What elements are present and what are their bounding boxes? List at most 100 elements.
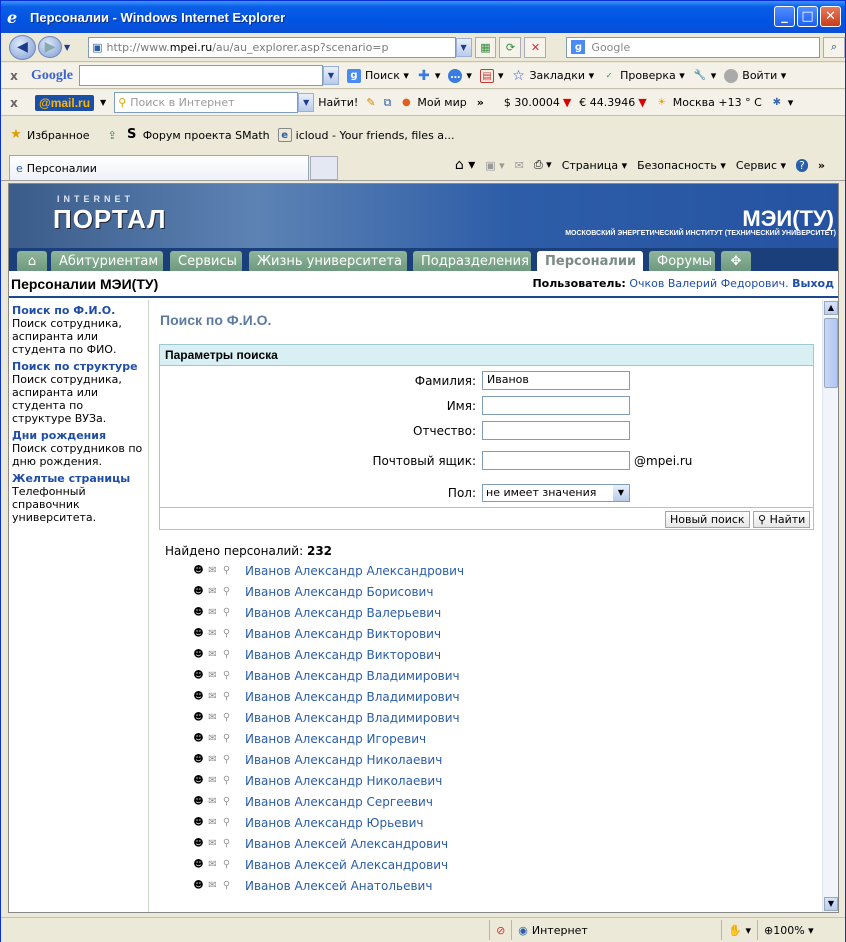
sidebar-link-yellow-pages[interactable]: Желтые страницы [12,472,145,485]
weather-button[interactable]: ☀ Москва +13 ° C [655,96,762,110]
tab-personalii[interactable]: e Персоналии [9,155,309,180]
new-search-button[interactable]: Новый поиск [665,511,750,528]
person-icon[interactable]: ☻ [193,817,204,828]
menu-item-forums[interactable]: Форумы [649,251,715,271]
person-icon[interactable]: ☻ [193,859,204,870]
print-icon[interactable]: ⎙ ▾ [534,158,552,172]
history-dropdown-icon[interactable]: ▼ [64,43,70,52]
scroll-down-icon[interactable]: ▼ [824,897,838,911]
person-icon[interactable]: ☻ [193,775,204,786]
mail-icon[interactable]: ✉ [207,691,218,702]
person-icon[interactable]: ☻ [193,607,204,618]
person-link[interactable]: Иванов Александр Викторович [245,648,441,662]
usd-rate[interactable]: $ 30.0004 ▼ [504,96,571,109]
mail-icon[interactable]: ✉ [207,838,218,849]
extras-button[interactable]: ✱ ▾ [770,96,794,110]
person-icon[interactable]: ☻ [193,565,204,576]
mail-icon[interactable]: ✉ [207,775,218,786]
page-menu[interactable]: Страница ▾ [562,159,627,172]
more-commands-icon[interactable]: » [818,159,825,172]
search-input[interactable]: g Google [566,36,821,58]
person-icon[interactable]: ☻ [193,649,204,660]
close-toolbar-icon[interactable]: x [5,69,23,83]
person-link[interactable]: Иванов Алексей Анатольевич [245,879,432,893]
magnifier-icon[interactable]: ⚲ [221,838,232,849]
magnifier-icon[interactable]: ⚲ [221,712,232,723]
mail-icon[interactable]: ✉ [207,586,218,597]
mail-input[interactable] [482,451,630,470]
person-link[interactable]: Иванов Александр Юрьевич [245,816,424,830]
address-input[interactable]: ▣ http://www. mpei.ru/au/au_explorer.asp?… [88,36,456,58]
magnifier-icon[interactable]: ⚲ [221,817,232,828]
person-link[interactable]: Иванов Александр Владимирович [245,711,460,725]
zoom-control[interactable]: ⊕ 100% ▾ [757,920,845,940]
person-link[interactable]: Иванов Александр Сергеевич [245,795,433,809]
login-button[interactable]: Войти ▾ [724,68,786,83]
help-icon[interactable]: ? [796,158,808,172]
mail-icon[interactable]: ✉ [207,754,218,765]
security-menu[interactable]: Безопасность ▾ [637,159,726,172]
add-button[interactable]: ✚ ▾ [417,69,440,83]
menu-item-applicants[interactable]: Абитуриентам [51,251,163,271]
sidebar-link-fio[interactable]: Поиск по Ф.И.О. [12,304,145,317]
person-link[interactable]: Иванов Александр Валерьевич [245,606,441,620]
sidebar-link-structure[interactable]: Поиск по структуре [12,360,145,373]
stop-icon[interactable]: ✕ [524,36,547,58]
mail-icon[interactable]: ✉ [207,880,218,891]
address-dropdown-icon[interactable]: ▼ [455,37,472,57]
mail-icon[interactable]: ✉ [515,159,524,172]
protected-mode-icon[interactable]: ✋ ▾ [721,920,757,940]
find-button[interactable]: ⚲ Найти [753,511,811,528]
person-icon[interactable]: ☻ [193,691,204,702]
new-tab-button[interactable] [310,156,338,180]
compat-view-icon[interactable]: ▦ [474,36,497,58]
spellcheck-button[interactable]: ✓ Проверка ▾ [602,69,685,83]
mail-icon[interactable]: ✉ [207,628,218,639]
person-link[interactable]: Иванов Алексей Александрович [245,858,448,872]
home-icon[interactable]: ⌂ ▾ [455,157,475,173]
user-name-link[interactable]: Очков Валерий Федорович. [629,277,788,290]
magnifier-icon[interactable]: ⚲ [221,649,232,660]
magnifier-icon[interactable]: ⚲ [221,775,232,786]
mailru-search-input[interactable]: ⚲ Поиск в Интернет [114,92,299,113]
favorites-button[interactable]: ★ Избранное [9,128,89,142]
banner-portal[interactable]: ПОРТАЛ [53,204,167,235]
close-mail-toolbar-icon[interactable]: x [5,96,23,110]
favorite-link-icloud[interactable]: e icloud - Your friends, files a... [277,128,455,142]
maximize-button[interactable]: □ [797,6,818,27]
magnifier-icon[interactable]: ⚲ [221,670,232,681]
google-toolbar-input[interactable] [79,65,323,86]
magnifier-icon[interactable]: ⚲ [221,754,232,765]
myworld-button[interactable]: ● Мой мир [399,96,467,110]
menu-item-personalii[interactable]: Персоналии [537,251,643,271]
person-icon[interactable]: ☻ [193,733,204,744]
mail-icon[interactable]: ✉ [207,712,218,723]
person-icon[interactable]: ☻ [193,880,204,891]
person-link[interactable]: Иванов Александр Александрович [245,564,464,578]
google-input-dropdown-icon[interactable]: ▼ [323,66,339,85]
highlight-icon[interactable]: ✎ [366,96,375,109]
gender-select[interactable]: не имеет значения ▼ [482,484,630,502]
person-icon[interactable]: ☻ [193,712,204,723]
person-link[interactable]: Иванов Александр Борисович [245,585,433,599]
mail-icon[interactable]: ✉ [207,859,218,870]
person-link[interactable]: Иванов Александр Владимирович [245,690,460,704]
mail-icon[interactable]: ✉ [207,733,218,744]
back-button[interactable]: ◀ [9,34,36,60]
name-input[interactable] [482,396,630,415]
popup-blocker-button[interactable]: ▤ ▾ [479,68,503,83]
mail-icon[interactable]: ✉ [207,565,218,576]
search-button[interactable]: ⌕ [823,36,846,58]
menu-item-university-life[interactable]: Жизнь университета [249,251,407,271]
scroll-thumb[interactable] [824,318,838,388]
minimize-button[interactable]: _ [774,6,795,27]
mailru-input-dropdown-icon[interactable]: ▼ [298,93,315,112]
scroll-up-icon[interactable]: ▲ [824,301,838,315]
translate-button[interactable]: … ▾ [448,68,472,83]
person-icon[interactable]: ☻ [193,586,204,597]
magnifier-icon[interactable]: ⚲ [221,565,232,576]
menu-item-services[interactable]: Сервисы [170,251,242,271]
person-link[interactable]: Иванов Александр Игоревич [245,732,426,746]
person-icon[interactable]: ☻ [193,754,204,765]
magnifier-icon[interactable]: ⚲ [221,607,232,618]
